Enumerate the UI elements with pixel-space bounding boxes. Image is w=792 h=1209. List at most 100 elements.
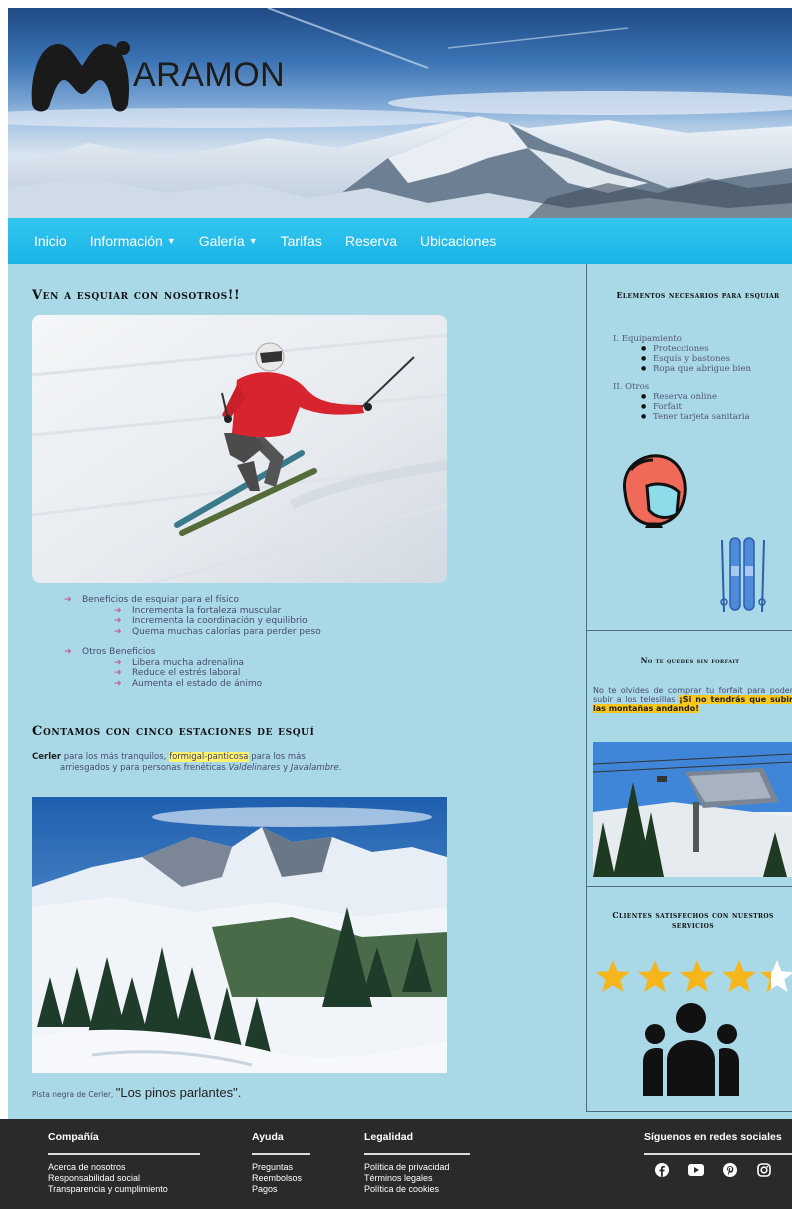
footer-heading: Legalidad	[364, 1131, 414, 1143]
helmet-icon	[623, 454, 687, 528]
nav-item-ubicaciones[interactable]: Ubicaciones	[420, 233, 496, 249]
pinterest-icon[interactable]	[722, 1162, 738, 1178]
rating-stars	[596, 960, 792, 992]
station-cerler: Cerler	[32, 752, 62, 762]
youtube-icon[interactable]	[688, 1162, 704, 1178]
text: para los más tranquilos,	[61, 752, 170, 762]
nav-label: Inicio	[34, 233, 67, 249]
arrow-right-icon: ➜	[64, 647, 72, 657]
arrow-right-icon: ➜	[114, 616, 122, 626]
benefits-list: ➜ Beneficios de esquiar para el físico ➜ I…	[64, 595, 321, 689]
nav-label: Reserva	[344, 233, 397, 249]
star-icon	[680, 960, 714, 992]
station-javalambre: Javalambre	[290, 763, 339, 773]
main-nav: Inicio Información ▼ Galería ▼ Tarifas Res…	[8, 218, 792, 264]
footer-link[interactable]: Preguntas	[252, 1162, 310, 1173]
footer-column-company: Compañía Acerca de nosotros Responsabili…	[48, 1131, 200, 1195]
photo-caption: Pista negra de Cerler, "Los pinos parlan…	[32, 1085, 241, 1100]
nav-label: Galería	[198, 233, 245, 249]
caption-small: Pista negra de Cerler,	[32, 1090, 116, 1099]
sidebar-title: No te quedes sin forfait	[640, 656, 740, 665]
instagram-icon[interactable]	[756, 1162, 772, 1178]
list-item: Protecciones	[613, 344, 751, 354]
star-icon	[722, 960, 756, 992]
landscape-photo	[32, 797, 447, 1073]
footer-column-legal: Legalidad Política de privacidad Término…	[364, 1131, 470, 1195]
nav-item-informacion[interactable]: Información ▼	[90, 233, 176, 249]
list-item-label: Reduce el estrés laboral	[132, 668, 241, 678]
brand-name: ARAMON	[133, 56, 286, 94]
footer-link[interactable]: Política de privacidad	[364, 1162, 470, 1173]
nav-item-inicio[interactable]: Inicio	[34, 233, 67, 249]
list-item-label: Otros	[625, 382, 650, 392]
forfait-paragraph: No te olvides de comprar tu forfait para…	[593, 686, 792, 713]
footer: Compañía Acerca de nosotros Responsabili…	[0, 1119, 792, 1209]
header-banner: ARAMON	[8, 8, 792, 218]
social-icons	[644, 1162, 792, 1178]
footer-link[interactable]: Acerca de nosotros	[48, 1162, 200, 1173]
arrow-right-icon: ➜	[114, 657, 122, 668]
list-item: ➜ Aumenta el estado de ánimo	[64, 679, 321, 690]
list-item: ➜ Quema muchas calorías para perder peso	[64, 627, 321, 638]
divider	[587, 886, 792, 887]
skier-photo	[32, 315, 447, 583]
chevron-down-icon: ▼	[166, 236, 176, 246]
list-item: ➜ Beneficios de esquiar para el físico	[64, 595, 321, 606]
nav-item-tarifas[interactable]: Tarifas	[281, 233, 322, 249]
star-icon	[596, 960, 630, 992]
skier-image	[32, 315, 447, 583]
list-item: ➜ Reduce el estrés laboral	[64, 668, 321, 679]
footer-link[interactable]: Política de cookies	[364, 1184, 470, 1195]
skis-icon	[720, 537, 766, 613]
facebook-icon[interactable]	[654, 1162, 670, 1178]
list-item-label: Equipamiento	[621, 334, 682, 344]
footer-link[interactable]: Transparencia y cumplimiento	[48, 1184, 200, 1195]
aramon-logo[interactable]	[28, 34, 138, 116]
text: y	[280, 763, 291, 773]
list-item: Ropa que abrigue bien	[613, 364, 751, 374]
list-item-label: Beneficios de esquiar para el físico	[82, 595, 239, 605]
equipment-list: I. Equipamiento Protecciones Esquís y ba…	[613, 334, 751, 422]
nav-label: Tarifas	[280, 233, 322, 249]
footer-column-help: Ayuda Preguntas Reembolsos Pagos	[252, 1131, 310, 1195]
list-item: II. Otros	[613, 382, 751, 392]
list-item: Reserva online	[613, 392, 751, 402]
footer-link[interactable]: Términos legales	[364, 1173, 470, 1184]
chevron-down-icon: ▼	[248, 236, 258, 246]
text: arriesgados y para personas frenéticas	[60, 763, 229, 773]
list-item: Esquís y bastones	[613, 354, 751, 364]
list-item: ➜ Libera mucha adrenalina	[64, 658, 321, 669]
arrow-right-icon: ➜	[114, 668, 122, 678]
divider	[587, 630, 792, 631]
sidebar-title: Elementos necesarios para esquiar	[616, 290, 780, 300]
nav-item-reserva[interactable]: Reserva	[345, 233, 397, 249]
footer-link[interactable]: Reembolsos	[252, 1173, 310, 1184]
list-item-label: Quema muchas calorías para perder peso	[132, 626, 321, 637]
footer-link[interactable]: Pagos	[252, 1184, 310, 1195]
main-column: Ven a esquiar con nosotros!! ➜ Beneficio…	[8, 264, 586, 1119]
page-content: Ven a esquiar con nosotros!! ➜ Beneficio…	[8, 264, 792, 1119]
half-star-icon	[760, 960, 792, 992]
list-item: I. Equipamiento	[613, 334, 751, 344]
footer-rule	[48, 1153, 200, 1155]
footer-rule	[364, 1153, 470, 1155]
list-item-label: Incrementa la coordinación y equilibrio	[132, 616, 308, 626]
sidebar: Elementos necesarios para esquiar I. Equ…	[586, 264, 792, 1112]
stations-paragraph: Cerler para los más tranquilos, formigal…	[32, 752, 432, 774]
arrow-right-icon: ➜	[114, 605, 122, 616]
footer-heading: Síguenos en redes sociales	[644, 1131, 782, 1143]
station-formigal-link[interactable]: formigal-panticosa	[169, 752, 249, 762]
list-item: Tener tarjeta sanitaria	[613, 412, 751, 422]
arrow-right-icon: ➜	[64, 595, 72, 605]
arrow-right-icon: ➜	[114, 678, 122, 689]
list-item: ➜ Incrementa la coordinación y equilibrio	[64, 616, 321, 627]
list-item-label: Aumenta el estado de ánimo	[132, 678, 263, 689]
list-marker: II.	[613, 382, 623, 392]
nav-item-galeria[interactable]: Galería ▼	[199, 233, 258, 249]
text: .	[338, 763, 342, 773]
section-title: Contamos con cinco estaciones de esquí	[32, 724, 315, 739]
caption-big: "Los pinos parlantes".	[115, 1085, 242, 1100]
nav-label: Información	[89, 233, 163, 249]
footer-link[interactable]: Responsabilidad social	[48, 1173, 200, 1184]
list-item-label: Otros Beneficios	[82, 647, 156, 657]
